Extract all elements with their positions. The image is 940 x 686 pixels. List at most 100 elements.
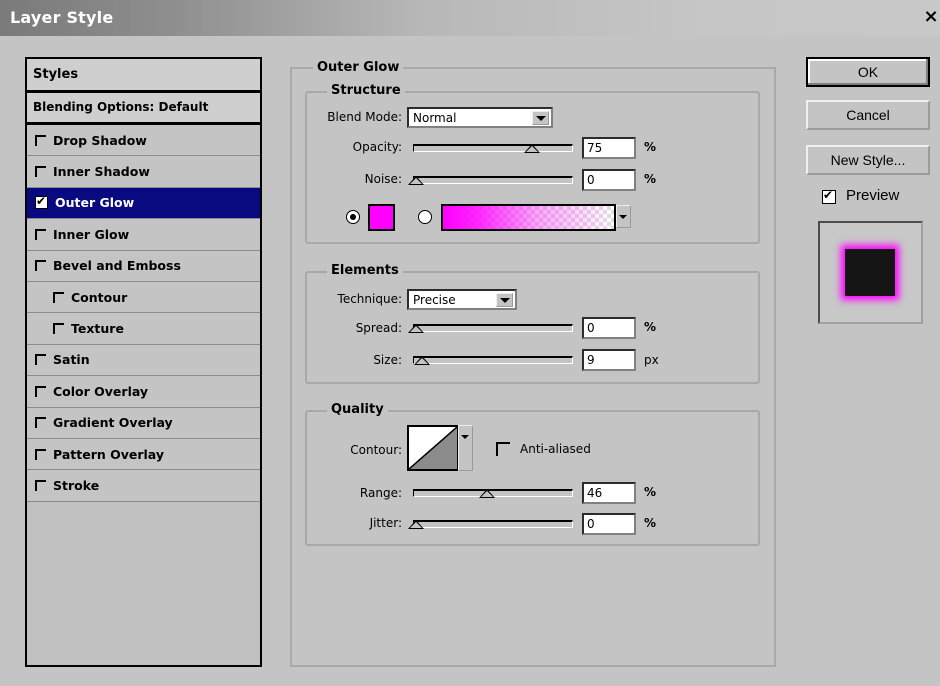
noise-unit: % bbox=[644, 172, 657, 186]
style-item-bevel-and-emboss[interactable]: Bevel and Emboss bbox=[27, 250, 260, 282]
style-item-label: Inner Shadow bbox=[53, 164, 150, 180]
window-title: Layer Style bbox=[10, 8, 114, 27]
style-checkbox[interactable] bbox=[35, 134, 46, 146]
jitter-field[interactable]: 0 bbox=[582, 513, 636, 535]
spread-unit: % bbox=[644, 320, 657, 334]
style-checkbox[interactable] bbox=[35, 228, 46, 240]
opacity-label: Opacity: bbox=[352, 140, 402, 154]
contour-chevron-down-icon[interactable] bbox=[458, 425, 473, 471]
style-item-drop-shadow[interactable]: Drop Shadow bbox=[27, 125, 260, 157]
contour-label: Contour: bbox=[350, 443, 402, 457]
close-icon[interactable]: × bbox=[922, 6, 940, 28]
ok-button[interactable]: OK bbox=[806, 57, 930, 87]
noise-field[interactable]: 0 bbox=[582, 169, 636, 191]
preview-checkbox[interactable] bbox=[822, 188, 836, 204]
gradient-chevron-down-icon[interactable] bbox=[616, 205, 631, 228]
noise-slider-thumb[interactable] bbox=[408, 176, 424, 185]
range-label: Range: bbox=[359, 486, 402, 500]
spread-label: Spread: bbox=[355, 321, 402, 335]
technique-value: Precise bbox=[413, 293, 456, 307]
outer-glow-title: Outer Glow bbox=[313, 60, 404, 75]
size-slider[interactable] bbox=[413, 356, 573, 365]
style-item-label: Inner Glow bbox=[53, 226, 130, 242]
cancel-button[interactable]: Cancel bbox=[806, 100, 930, 130]
style-item-inner-shadow[interactable]: Inner Shadow bbox=[27, 156, 260, 188]
anti-aliased-label: Anti-aliased bbox=[520, 442, 591, 456]
range-unit: % bbox=[644, 485, 657, 499]
jitter-slider[interactable] bbox=[408, 520, 573, 529]
spread-field[interactable]: 0 bbox=[582, 317, 636, 339]
style-checkbox[interactable] bbox=[53, 291, 64, 303]
style-checkbox[interactable] bbox=[35, 385, 46, 397]
style-item-label: Stroke bbox=[53, 477, 100, 493]
styles-list: Styles Blending Options: Default Drop Sh… bbox=[25, 57, 262, 667]
blend-mode-select[interactable]: Normal bbox=[407, 107, 553, 128]
noise-slider[interactable] bbox=[408, 176, 573, 185]
preview-thumbnail bbox=[818, 221, 923, 324]
glow-color-swatch[interactable] bbox=[368, 204, 395, 231]
quality-title: Quality bbox=[327, 402, 388, 417]
chevron-down-icon[interactable] bbox=[496, 293, 513, 307]
size-slider-thumb[interactable] bbox=[414, 356, 431, 365]
blend-mode-label: Blend Mode: bbox=[327, 110, 402, 124]
style-item-inner-glow[interactable]: Inner Glow bbox=[27, 219, 260, 251]
solid-color-radio[interactable] bbox=[346, 210, 360, 224]
style-item-label: Color Overlay bbox=[53, 383, 149, 399]
opacity-field[interactable]: 75 bbox=[582, 137, 636, 159]
style-checkbox[interactable] bbox=[53, 323, 64, 335]
spread-slider[interactable] bbox=[408, 324, 573, 333]
anti-aliased-checkbox[interactable] bbox=[496, 442, 510, 456]
jitter-slider-thumb[interactable] bbox=[408, 520, 424, 529]
blend-mode-value: Normal bbox=[413, 111, 457, 125]
gradient-radio[interactable] bbox=[418, 210, 432, 224]
preview-glow-square bbox=[845, 249, 895, 296]
styles-header[interactable]: Styles bbox=[27, 59, 260, 93]
opacity-slider[interactable] bbox=[413, 144, 573, 153]
size-field[interactable]: 9 bbox=[582, 349, 636, 371]
range-field[interactable]: 46 bbox=[582, 482, 636, 504]
range-slider-thumb[interactable] bbox=[478, 489, 495, 498]
style-checkbox[interactable] bbox=[35, 354, 46, 366]
style-checkbox[interactable] bbox=[35, 194, 48, 210]
style-item-label: Pattern Overlay bbox=[53, 446, 165, 462]
structure-title: Structure bbox=[327, 83, 405, 98]
preview-label: Preview bbox=[846, 187, 900, 204]
style-checkbox[interactable] bbox=[35, 479, 46, 491]
style-checkbox[interactable] bbox=[35, 166, 46, 178]
style-item-label: Bevel and Emboss bbox=[53, 258, 181, 274]
style-item-contour[interactable]: Contour bbox=[27, 281, 260, 314]
blending-options-item[interactable]: Blending Options: Default bbox=[27, 93, 260, 125]
style-item-stroke[interactable]: Stroke bbox=[27, 470, 260, 502]
spread-slider-thumb[interactable] bbox=[408, 324, 424, 333]
range-slider[interactable] bbox=[413, 489, 573, 498]
size-unit: px bbox=[644, 353, 659, 367]
elements-title: Elements bbox=[327, 263, 403, 278]
technique-select[interactable]: Precise bbox=[407, 289, 517, 310]
jitter-label: Jitter: bbox=[369, 516, 402, 530]
title-bar[interactable]: Layer Style × bbox=[0, 0, 940, 36]
contour-curve-icon bbox=[409, 427, 457, 469]
contour-picker[interactable] bbox=[407, 425, 459, 471]
noise-label: Noise: bbox=[364, 172, 402, 186]
technique-label: Technique: bbox=[337, 292, 402, 306]
style-checkbox[interactable] bbox=[35, 417, 46, 429]
style-item-outer-glow[interactable]: Outer Glow bbox=[27, 187, 260, 220]
style-item-gradient-overlay[interactable]: Gradient Overlay bbox=[27, 407, 260, 439]
style-item-color-overlay[interactable]: Color Overlay bbox=[27, 376, 260, 408]
layer-style-dialog: Layer Style × Styles Blending Options: D… bbox=[0, 0, 940, 686]
chevron-down-icon[interactable] bbox=[532, 111, 549, 125]
style-checkbox[interactable] bbox=[35, 448, 46, 460]
size-label: Size: bbox=[373, 353, 402, 367]
style-checkbox[interactable] bbox=[35, 260, 46, 272]
style-item-satin[interactable]: Satin bbox=[27, 344, 260, 377]
new-style-button[interactable]: New Style... bbox=[806, 145, 930, 175]
opacity-slider-thumb[interactable] bbox=[523, 144, 540, 153]
style-item-texture[interactable]: Texture bbox=[27, 313, 260, 345]
glow-gradient-swatch[interactable] bbox=[441, 204, 616, 231]
style-item-label: Outer Glow bbox=[55, 195, 135, 211]
style-items: Drop Shadow Inner Shadow Outer Glow Inner G… bbox=[27, 125, 260, 502]
style-item-pattern-overlay[interactable]: Pattern Overlay bbox=[27, 438, 260, 471]
style-item-label: Satin bbox=[53, 352, 90, 368]
style-item-label: Texture bbox=[71, 321, 124, 337]
style-item-label: Gradient Overlay bbox=[53, 415, 173, 431]
